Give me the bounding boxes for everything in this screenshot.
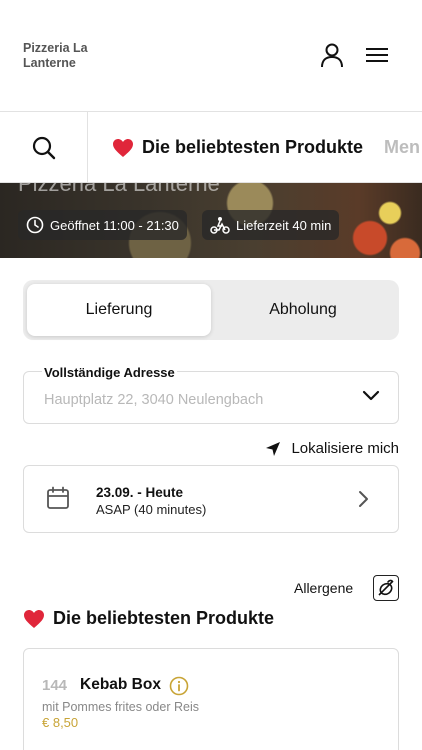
chevron-down-icon <box>362 390 380 401</box>
pickup-option-button[interactable]: Abholung <box>211 284 395 336</box>
heart-icon <box>24 609 44 628</box>
locate-me-label: Lokalisiere mich <box>291 440 399 457</box>
tab-menu[interactable]: Men <box>384 112 420 182</box>
delivery-option-button[interactable]: Lieferung <box>27 284 211 336</box>
hero-title: Pizzeria La Lanterne <box>18 183 220 196</box>
delivery-time-text: Lieferzeit 40 min <box>236 217 332 233</box>
product-price: € 8,50 <box>42 715 79 730</box>
address-value: Hauptplatz 22, 3040 Neulengbach <box>44 392 264 408</box>
restaurant-logo[interactable]: Pizzeria La Lanterne <box>23 41 133 71</box>
delivery-date-selector[interactable]: 23.09. - Heute ASAP (40 minutes) <box>23 465 399 533</box>
allergen-icon <box>378 579 394 596</box>
chevron-right-icon <box>359 491 368 507</box>
delivery-time: ASAP (40 minutes) <box>96 502 207 517</box>
product-name: Kebab Box <box>80 676 161 693</box>
section-title-label: Die beliebtesten Produkte <box>53 608 275 628</box>
app-header: Pizzeria La Lanterne <box>0 0 422 112</box>
scooter-icon <box>210 217 230 234</box>
product-description: mit Pommes frites oder Reis <box>42 700 199 714</box>
info-icon[interactable] <box>169 676 189 696</box>
allergens-button[interactable] <box>373 575 399 601</box>
menu-button[interactable] <box>362 40 392 70</box>
address-field-label: Vollständige Adresse <box>42 365 177 380</box>
hamburger-menu-icon <box>366 48 388 62</box>
opening-hours-badge: Geöffnet 11:00 - 21:30 <box>18 210 187 240</box>
clock-icon <box>26 216 44 234</box>
search-button[interactable] <box>0 112 88 182</box>
user-icon <box>321 43 343 68</box>
search-icon <box>32 136 55 159</box>
section-title: Die beliebtesten Produkte <box>23 608 274 629</box>
locate-me-button[interactable]: Lokalisiere mich <box>265 440 399 457</box>
heart-icon <box>113 138 133 157</box>
product-card[interactable]: 144 Kebab Box mit Pommes frites oder Rei… <box>23 648 399 750</box>
product-number: 144 <box>42 677 68 694</box>
delivery-time-badge: Lieferzeit 40 min <box>202 210 340 240</box>
calendar-icon <box>47 486 69 509</box>
delivery-date: 23.09. - Heute <box>96 485 184 500</box>
opening-hours-text: Geöffnet 11:00 - 21:30 <box>50 217 179 233</box>
tab-popular-products-label: Die beliebtesten Produkte <box>142 137 364 157</box>
account-button[interactable] <box>317 40 347 70</box>
hero-banner: Pizzeria La Lanterne Geöffnet 11:00 - 21… <box>0 183 422 258</box>
allergens-label: Allergene <box>294 580 354 596</box>
category-bar: Die beliebtesten Produkte Men <box>0 112 422 183</box>
location-arrow-icon <box>266 441 281 456</box>
tab-popular-products[interactable]: Die beliebtesten Produkte <box>112 112 364 182</box>
order-type-toggle: Lieferung Abholung <box>23 280 399 340</box>
tab-menu-label: Men <box>384 137 420 157</box>
